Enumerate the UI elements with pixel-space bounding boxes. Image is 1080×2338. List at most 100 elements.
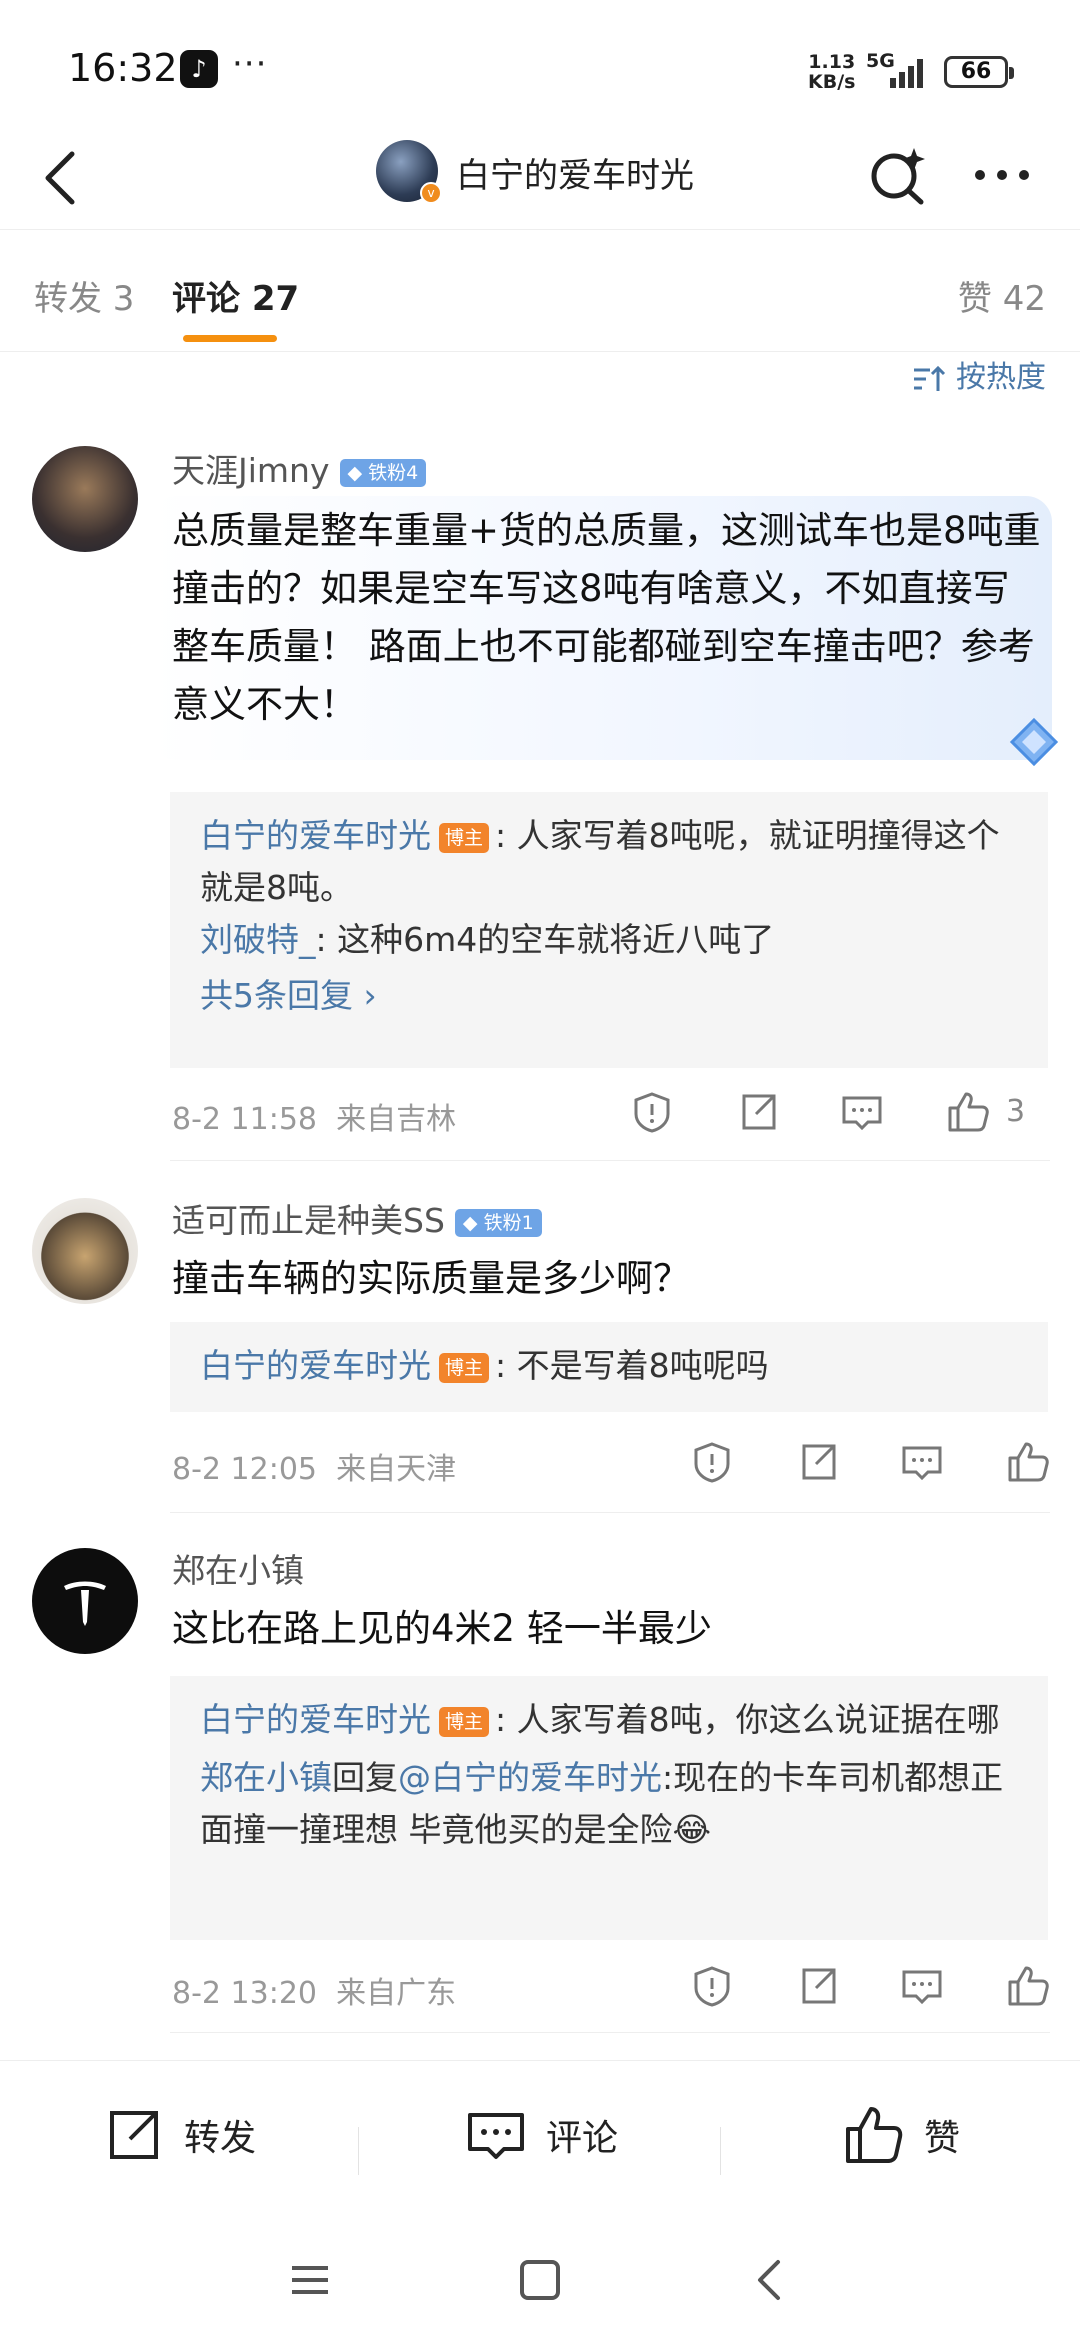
reply-author[interactable]: 白宁的爱车时光	[200, 1700, 431, 1739]
like-icon[interactable]	[1006, 1440, 1050, 1484]
sort-button[interactable]: 按热度	[912, 352, 1046, 396]
reply-text: : 这种6m4的空车就将近八吨了	[315, 920, 775, 959]
commenter-name-text: 天涯Jimny	[172, 451, 330, 490]
report-icon[interactable]	[690, 1440, 734, 1484]
reply-icon[interactable]	[900, 1440, 944, 1484]
net-speed-value: 1.13	[808, 51, 856, 73]
top-nav-bar: v 白宁的爱车时光	[0, 130, 1080, 230]
back-arrow-icon[interactable]	[34, 146, 94, 206]
tiktok-icon: ♪	[180, 50, 218, 88]
reply-author[interactable]: 郑在小镇	[200, 1758, 332, 1797]
divider	[358, 2127, 359, 2175]
tesla-logo-icon	[64, 1581, 106, 1626]
sort-label: 按热度	[956, 360, 1046, 395]
reply-line: 白宁的爱车时光 博主: 人家写着8吨，你这么说证据在哪	[200, 1694, 1018, 1746]
status-more-dots: ···	[232, 44, 268, 84]
reply-word: 回复	[332, 1758, 398, 1797]
share-icon[interactable]	[736, 1090, 780, 1134]
tab-comments[interactable]: 评论 27	[172, 271, 299, 320]
reply-text: : 不是写着8吨呢吗	[495, 1346, 769, 1385]
comment-time: 8-2 12:05	[172, 1452, 317, 1487]
like-label: 赞	[924, 2118, 961, 2159]
verified-badge-icon: v	[420, 182, 442, 204]
comment-location: 来自广东	[336, 1976, 457, 2011]
net-speed: 1.13 KB/s	[808, 52, 855, 92]
report-icon[interactable]	[690, 1964, 734, 2008]
reply-author[interactable]: 白宁的爱车时光	[200, 816, 431, 855]
comment-meta: 8-2 13:20 来自广东	[172, 1968, 456, 2012]
comment-time: 8-2 11:58	[172, 1102, 317, 1137]
battery-icon: 66	[944, 56, 1014, 88]
like-icon[interactable]	[946, 1090, 990, 1134]
mention-link[interactable]: @白宁的爱车时光	[398, 1758, 662, 1797]
comment-meta: 8-2 12:05 来自天津	[172, 1444, 456, 1488]
comment-location: 来自吉林	[336, 1102, 457, 1137]
signal-icon	[890, 59, 923, 88]
status-bar: 16:32 ♪ ··· 1.13 KB/s 5G 66	[0, 0, 1080, 130]
share-icon[interactable]	[796, 1964, 840, 2008]
comment-text: 撞击车辆的实际质量是多少啊？	[172, 1257, 690, 1300]
reply-box[interactable]: 白宁的爱车时光 博主: 人家写着8吨，你这么说证据在哪 郑在小镇回复@白宁的爱车时…	[170, 1676, 1048, 1940]
fan-badge: ◆ 铁粉1	[454, 1208, 542, 1237]
search-spark-icon[interactable]	[866, 142, 930, 206]
comment-icon	[468, 2113, 524, 2159]
like-icon	[846, 2107, 903, 2163]
commenter-avatar[interactable]	[32, 1198, 138, 1304]
reply-author[interactable]: 白宁的爱车时光	[200, 1346, 431, 1385]
share-icon[interactable]	[796, 1440, 840, 1484]
reply-line: 郑在小镇回复@白宁的爱车时光:现在的卡车司机都想正面撞一撞理想 毕竟他买的是全险…	[200, 1752, 1018, 1856]
comment-button[interactable]: 评论	[466, 2105, 618, 2169]
comment-label: 评论	[546, 2118, 619, 2159]
like-button[interactable]: 赞	[844, 2105, 960, 2169]
repost-icon	[110, 2111, 158, 2159]
bottom-action-bar: 转发 评论 赞	[0, 2060, 1080, 2210]
net-speed-unit: KB/s	[808, 71, 856, 93]
comment-text: 这比在路上见的4米2 轻一半最少	[172, 1607, 712, 1650]
menu-icon[interactable]	[280, 2250, 340, 2310]
reply-line: 刘破特_: 这种6m4的空车就将近八吨了	[200, 914, 1018, 966]
tab-bar: 转发 3 评论 27 赞 42	[0, 231, 1080, 352]
reply-box[interactable]: 白宁的爱车时光 博主: 人家写着8吨呢，就证明撞得这个就是8吨。 刘破特_: 这种…	[170, 792, 1048, 1068]
tab-likes[interactable]: 赞 42	[958, 271, 1046, 320]
back-icon[interactable]	[740, 2250, 800, 2310]
fan-badge: ◆ 铁粉4	[339, 458, 427, 487]
reply-box[interactable]: 白宁的爱车时光 博主: 不是写着8吨呢吗	[170, 1322, 1048, 1412]
commenter-name[interactable]: 天涯Jimny ◆ 铁粉4	[172, 444, 427, 492]
commenter-avatar[interactable]	[32, 446, 138, 552]
divider	[170, 2032, 1050, 2033]
commenter-name-text: 适可而止是种美SS	[172, 1201, 445, 1240]
reply-line: 白宁的爱车时光 博主: 不是写着8吨呢吗	[200, 1340, 1018, 1392]
reply-line: 白宁的爱车时光 博主: 人家写着8吨呢，就证明撞得这个就是8吨。	[200, 810, 1018, 914]
comment-time: 8-2 13:20	[172, 1976, 317, 2011]
reply-icon[interactable]	[900, 1964, 944, 2008]
home-icon[interactable]	[510, 2250, 570, 2310]
reply-author[interactable]: 刘破特_	[200, 920, 316, 959]
reply-icon[interactable]	[840, 1090, 884, 1134]
system-nav-bar	[0, 2230, 1080, 2338]
comment-location: 来自天津	[336, 1452, 457, 1487]
tab-repost[interactable]: 转发 3	[34, 271, 134, 320]
fan-badge-label: 铁粉4	[368, 461, 419, 484]
comment-actions: 3	[630, 1090, 1050, 1140]
commenter-name[interactable]: 郑在小镇	[172, 1544, 304, 1592]
more-options-icon[interactable]	[970, 150, 1034, 200]
comment-text: 总质量是整车重量+货的总质量，这测试车也是8吨重撞击的？如果是空车写这8吨有啥意…	[172, 509, 1041, 726]
commenter-avatar[interactable]	[32, 1548, 138, 1654]
author-name[interactable]: 白宁的爱车时光	[456, 148, 694, 197]
diamond-icon	[1009, 717, 1059, 767]
comment-meta: 8-2 11:58 来自吉林	[172, 1094, 456, 1138]
report-icon[interactable]	[630, 1090, 674, 1134]
like-count: 3	[1006, 1094, 1026, 1129]
reply-text: : 人家写着8吨，你这么说证据在哪	[495, 1700, 1000, 1739]
like-icon[interactable]	[1006, 1964, 1050, 2008]
comment-actions	[690, 1440, 1050, 1490]
host-badge: 博主	[439, 822, 490, 853]
repost-button[interactable]: 转发	[104, 2105, 256, 2169]
status-time: 16:32	[68, 46, 178, 90]
commenter-name[interactable]: 适可而止是种美SS ◆ 铁粉1	[172, 1194, 542, 1242]
more-replies-link[interactable]: 共5条回复 ›	[200, 966, 1018, 1026]
sort-icon	[914, 365, 946, 391]
comment-actions	[690, 1964, 1050, 2014]
fan-badge-label: 铁粉1	[483, 1211, 534, 1234]
host-badge: 博主	[439, 1352, 490, 1383]
